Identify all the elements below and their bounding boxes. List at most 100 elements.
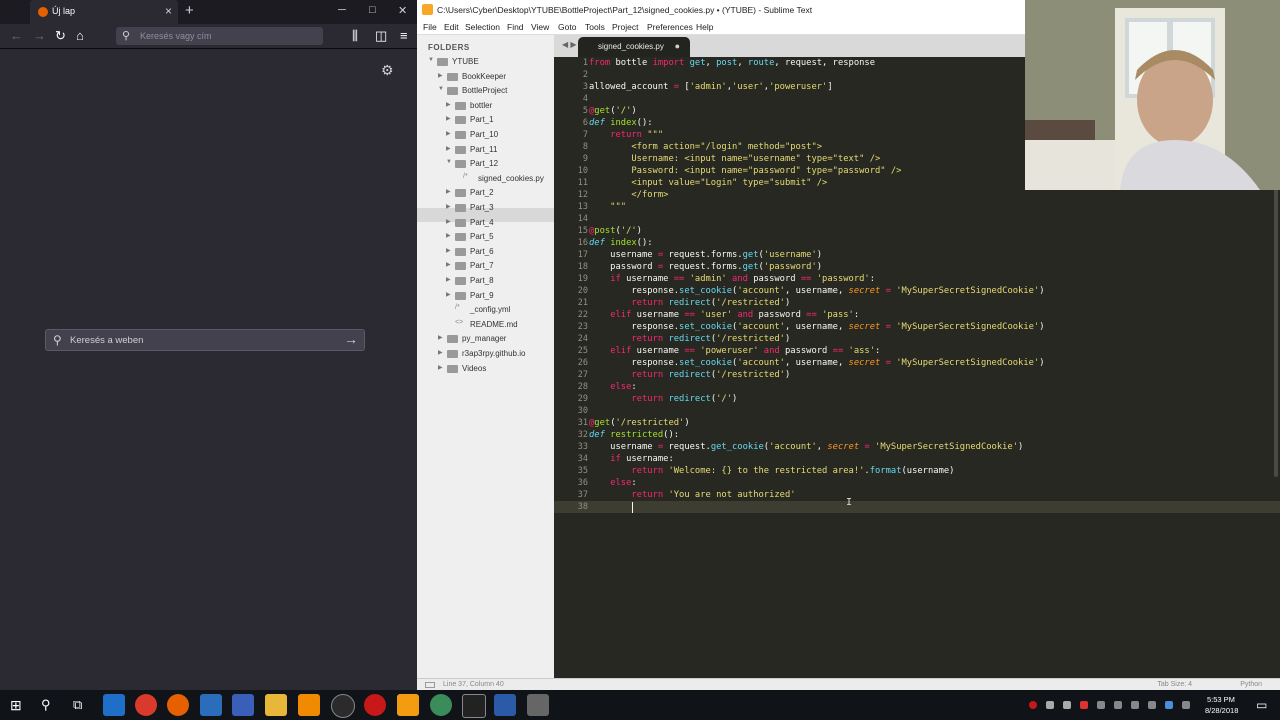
language-icon[interactable] bbox=[1182, 701, 1190, 709]
tray-icon-5[interactable] bbox=[1114, 701, 1122, 709]
chevron-right-icon[interactable]: ▶ bbox=[446, 261, 451, 268]
code-line[interactable]: </form> bbox=[589, 189, 668, 201]
code-line[interactable]: response.set_cookie('account', username,… bbox=[589, 321, 1044, 333]
database-icon[interactable] bbox=[527, 694, 549, 716]
code-line[interactable]: @post('/') bbox=[589, 225, 642, 237]
code-line[interactable]: username = request.get_cookie('account',… bbox=[589, 441, 1023, 453]
chevron-right-icon[interactable]: ▶ bbox=[446, 203, 451, 210]
volume-icon[interactable] bbox=[1148, 701, 1156, 709]
document-icon[interactable] bbox=[232, 694, 254, 716]
code-line[interactable]: @get('/restricted') bbox=[589, 417, 690, 429]
menu-selection[interactable]: Selection bbox=[465, 22, 500, 32]
code-line[interactable]: Password: <input name="password" type="p… bbox=[589, 165, 901, 177]
menu-help[interactable]: Help bbox=[696, 22, 713, 32]
menu-project[interactable]: Project bbox=[612, 22, 638, 32]
chevron-right-icon[interactable]: ▶ bbox=[446, 291, 451, 298]
code-line[interactable]: return redirect('/restricted') bbox=[589, 297, 790, 309]
code-line[interactable]: from bottle import get, post, route, req… bbox=[589, 57, 875, 69]
chevron-right-icon[interactable]: ▶ bbox=[438, 72, 443, 79]
chevron-right-icon[interactable]: ▶ bbox=[438, 364, 443, 371]
firefox-icon[interactable] bbox=[167, 694, 189, 716]
tray-icon-3[interactable] bbox=[1080, 701, 1088, 709]
code-line[interactable]: else: bbox=[589, 381, 636, 393]
syntax-mode[interactable]: Python bbox=[1240, 681, 1262, 688]
network-icon[interactable] bbox=[1131, 701, 1139, 709]
tray-record-icon[interactable] bbox=[1029, 701, 1037, 709]
search-go-icon[interactable]: → bbox=[344, 331, 358, 347]
chevron-right-icon[interactable]: ▶ bbox=[446, 130, 451, 137]
back-icon[interactable]: ← bbox=[10, 28, 23, 43]
vlc-icon[interactable] bbox=[298, 694, 320, 716]
web-search-box[interactable]: ⚲ Keresés a weben → bbox=[45, 329, 365, 351]
code-line[interactable]: return """ bbox=[589, 129, 663, 141]
code-line[interactable]: password = request.forms.get('password') bbox=[589, 261, 822, 273]
unsaved-dot-icon[interactable]: ● bbox=[675, 41, 680, 51]
chevron-right-icon[interactable]: ▶ bbox=[446, 188, 451, 195]
code-line[interactable]: <form action="/login" method="post"> bbox=[589, 141, 822, 153]
close-tab-icon[interactable]: × bbox=[165, 4, 172, 18]
chevron-down-icon[interactable]: ▼ bbox=[446, 159, 452, 165]
chevron-right-icon[interactable]: ▶ bbox=[438, 349, 443, 356]
code-line[interactable]: return 'Welcome: {} to the restricted ar… bbox=[589, 465, 954, 477]
chrome-icon[interactable] bbox=[135, 694, 157, 716]
code-line[interactable]: response.set_cookie('account', username,… bbox=[589, 357, 1044, 369]
code-line[interactable]: def index(): bbox=[589, 237, 653, 249]
chevron-down-icon[interactable]: ▼ bbox=[438, 86, 444, 92]
menu-icon[interactable]: ≡ bbox=[400, 28, 408, 43]
code-line[interactable]: else: bbox=[589, 477, 636, 489]
vertical-scrollbar[interactable] bbox=[1274, 177, 1278, 477]
menu-edit[interactable]: Edit bbox=[444, 22, 459, 32]
code-line[interactable]: return redirect('/restricted') bbox=[589, 333, 790, 345]
cmd-icon[interactable] bbox=[462, 694, 486, 718]
menu-tools[interactable]: Tools bbox=[585, 22, 605, 32]
chevron-right-icon[interactable]: ▶ bbox=[446, 218, 451, 225]
home-icon[interactable]: ⌂ bbox=[76, 28, 84, 43]
file-explorer-icon[interactable] bbox=[265, 694, 287, 716]
code-line[interactable]: allowed_account = ['admin','user','power… bbox=[589, 81, 833, 93]
code-line[interactable]: def index(): bbox=[589, 117, 653, 129]
library-icon[interactable]: ⫼ bbox=[352, 28, 358, 44]
maximize-icon[interactable]: □ bbox=[369, 4, 376, 16]
chevron-right-icon[interactable]: ▶ bbox=[446, 276, 451, 283]
clock-date[interactable]: 8/28/2018 bbox=[1205, 706, 1238, 715]
minimize-icon[interactable]: ─ bbox=[338, 4, 346, 16]
forward-icon[interactable]: → bbox=[33, 28, 46, 43]
code-line[interactable]: elif username == 'poweruser' and passwor… bbox=[589, 345, 880, 357]
menu-preferences[interactable]: Preferences bbox=[647, 22, 693, 32]
code-line[interactable]: Username: <input name="username" type="t… bbox=[589, 153, 880, 165]
firefox-tab[interactable]: Új lap × bbox=[30, 0, 178, 24]
tray-icon-2[interactable] bbox=[1063, 701, 1071, 709]
powershell-icon[interactable] bbox=[494, 694, 516, 716]
code-line[interactable]: return redirect('/restricted') bbox=[589, 369, 790, 381]
code-line[interactable]: elif username == 'user' and password == … bbox=[589, 309, 859, 321]
chevron-right-icon[interactable]: ▶ bbox=[446, 247, 451, 254]
code-line[interactable]: username = request.forms.get('username') bbox=[589, 249, 822, 261]
reload-icon[interactable]: ↻ bbox=[55, 28, 66, 44]
new-tab-button[interactable]: + bbox=[185, 2, 194, 19]
url-bar[interactable]: ⚲ Keresés vagy cím bbox=[116, 27, 323, 45]
menu-goto[interactable]: Goto bbox=[558, 22, 576, 32]
menu-view[interactable]: View bbox=[531, 22, 549, 32]
tab-size[interactable]: Tab Size: 4 bbox=[1157, 681, 1192, 688]
recorder-icon[interactable] bbox=[364, 694, 386, 716]
code-line[interactable]: if username: bbox=[589, 453, 674, 465]
gear-icon[interactable]: ⚙ bbox=[381, 62, 394, 79]
menu-file[interactable]: File bbox=[423, 22, 437, 32]
tray-icon-4[interactable] bbox=[1097, 701, 1105, 709]
code-line[interactable]: def restricted(): bbox=[589, 429, 679, 441]
code-line[interactable] bbox=[589, 501, 631, 513]
code-line[interactable]: """ bbox=[589, 201, 626, 213]
app-running-icon[interactable] bbox=[430, 694, 452, 716]
chevron-right-icon[interactable]: ▶ bbox=[446, 101, 451, 108]
code-line[interactable]: response.set_cookie('account', username,… bbox=[589, 285, 1044, 297]
sidebar-icon[interactable]: ◫ bbox=[375, 28, 387, 44]
code-line[interactable]: return redirect('/') bbox=[589, 393, 737, 405]
code-line[interactable]: if username == 'admin' and password == '… bbox=[589, 273, 875, 285]
task-view-icon[interactable]: ⧉ bbox=[73, 697, 82, 713]
tab-nav-icon[interactable]: ◀ ▶ bbox=[562, 40, 577, 49]
notifications-icon[interactable]: ▭ bbox=[1256, 698, 1267, 712]
panel-toggle-icon[interactable] bbox=[425, 682, 435, 688]
search-icon[interactable]: ⚲ bbox=[41, 697, 51, 713]
chevron-right-icon[interactable]: ▶ bbox=[438, 334, 443, 341]
tab-signed-cookies[interactable]: signed_cookies.py ● bbox=[578, 37, 690, 57]
